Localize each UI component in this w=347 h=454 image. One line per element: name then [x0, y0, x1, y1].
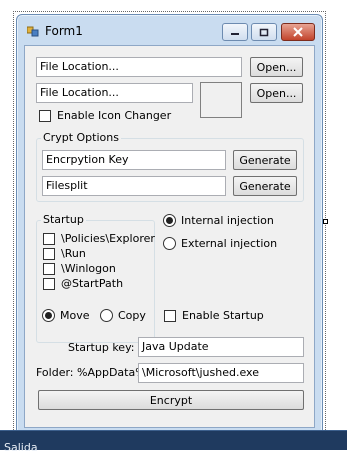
form-window: Form1 File Location... Open... File Loca… — [16, 14, 323, 433]
maximize-button[interactable] — [251, 23, 277, 41]
startpath-checkbox[interactable] — [43, 278, 55, 290]
enable-icon-changer-checkbox[interactable] — [39, 110, 51, 122]
run-label: \Run — [61, 247, 86, 260]
taskbar-output-label[interactable]: Salida — [4, 441, 38, 454]
policies-explorer-checkbox[interactable] — [43, 233, 55, 245]
file-location-input[interactable]: File Location... — [36, 57, 242, 77]
move-label: Move — [60, 309, 90, 322]
copy-radio[interactable] — [100, 309, 113, 322]
generate-key-button[interactable]: Generate — [233, 150, 297, 170]
maximize-icon — [259, 28, 269, 36]
open-icon-button[interactable]: Open... — [250, 83, 303, 103]
close-button[interactable] — [281, 23, 315, 41]
move-radio[interactable] — [42, 309, 55, 322]
open-file-button[interactable]: Open... — [250, 57, 303, 77]
folder-label: Folder: %AppData% — [36, 366, 146, 379]
window-title: Form1 — [45, 24, 83, 38]
enable-icon-changer-label: Enable Icon Changer — [57, 109, 172, 122]
winlogon-label: \Winlogon — [61, 262, 116, 275]
startpath-label: @StartPath — [61, 277, 124, 290]
taskbar: Salida — [0, 430, 347, 454]
external-injection-label: External injection — [181, 237, 278, 250]
internal-injection-label: Internal injection — [181, 214, 274, 227]
crypt-options-title: Crypt Options — [41, 131, 121, 144]
minimize-icon — [231, 33, 239, 35]
encrypt-button[interactable]: Encrypt — [38, 390, 304, 410]
run-checkbox[interactable] — [43, 248, 55, 260]
generate-filesplit-button[interactable]: Generate — [233, 176, 297, 196]
copy-label: Copy — [118, 309, 146, 322]
icon-preview — [200, 82, 242, 118]
external-injection-radio[interactable] — [163, 237, 176, 250]
internal-injection-radio[interactable] — [163, 214, 176, 227]
encryption-key-input[interactable]: Encrpytion Key — [42, 150, 226, 170]
icon-location-input[interactable]: File Location... — [36, 83, 193, 103]
minimize-button[interactable] — [222, 23, 248, 41]
close-icon — [293, 27, 303, 37]
resize-grip-right[interactable] — [323, 219, 328, 224]
winlogon-checkbox[interactable] — [43, 263, 55, 275]
startup-key-input[interactable]: Java Update — [138, 337, 304, 357]
form-app-icon — [26, 25, 39, 37]
filesplit-input[interactable]: Filesplit — [42, 176, 226, 196]
form-client-area: File Location... Open... File Location..… — [24, 45, 315, 428]
policies-explorer-label: \Policies\Explorer — [61, 232, 155, 245]
startup-key-label: Startup key: — [68, 341, 135, 354]
enable-startup-label: Enable Startup — [182, 309, 264, 322]
title-bar[interactable]: Form1 — [17, 15, 322, 43]
folder-path-input[interactable]: \Microsoft\jushed.exe — [138, 363, 304, 383]
startup-group-title: Startup — [41, 213, 86, 226]
enable-startup-checkbox[interactable] — [164, 310, 176, 322]
